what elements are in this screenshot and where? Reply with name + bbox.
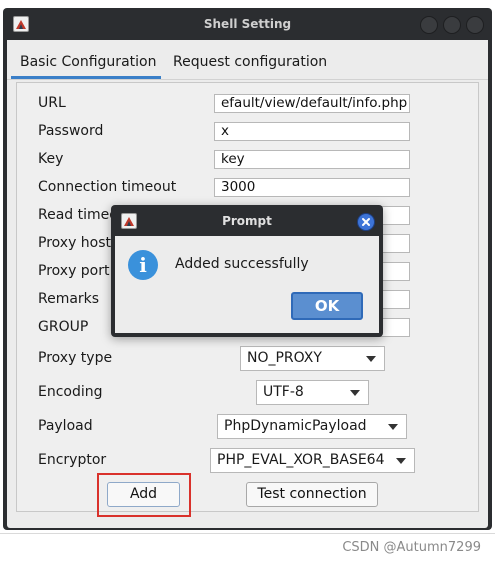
maximize-button[interactable]: [443, 16, 461, 34]
close-button[interactable]: [466, 16, 484, 34]
ok-button[interactable]: OK: [291, 292, 363, 320]
encoding-label: Encoding: [38, 384, 103, 400]
dialog-titlebar[interactable]: Prompt: [111, 205, 383, 236]
connection-timeout-field[interactable]: 3000: [214, 178, 410, 197]
key-field[interactable]: key: [214, 150, 410, 169]
active-tab-indicator: [11, 76, 161, 79]
connection-timeout-label: Connection timeout: [38, 179, 177, 195]
chevron-down-icon: [388, 424, 398, 430]
chevron-down-icon: [350, 390, 360, 396]
payload-label: Payload: [38, 418, 93, 434]
chevron-down-icon: [366, 356, 376, 362]
payload-value: PhpDynamicPayload: [224, 418, 367, 434]
encoding-value: UTF-8: [263, 384, 304, 400]
encryptor-select[interactable]: PHP_EVAL_XOR_BASE64: [210, 448, 415, 473]
window-title: Shell Setting: [203, 17, 292, 31]
prompt-dialog: Prompt i Added successfully OK: [111, 205, 383, 337]
tab-request-configuration[interactable]: Request configuration: [173, 54, 327, 70]
proxy-type-select[interactable]: NO_PROXY: [240, 346, 385, 371]
close-icon: [362, 218, 370, 226]
dialog-message: Added successfully: [175, 256, 309, 272]
encryptor-value: PHP_EVAL_XOR_BASE64: [217, 452, 385, 468]
window-titlebar[interactable]: Shell Setting: [3, 8, 492, 40]
remarks-label: Remarks: [38, 291, 100, 307]
minimize-button[interactable]: [420, 16, 438, 34]
read-timeout-label: Read timeo: [38, 207, 118, 223]
proxy-host-label: Proxy host: [38, 235, 112, 251]
encryptor-label: Encryptor: [38, 452, 107, 468]
key-label: Key: [38, 151, 64, 167]
tab-basic-configuration[interactable]: Basic Configuration: [20, 54, 156, 70]
chevron-down-icon: [396, 458, 406, 464]
test-connection-button[interactable]: Test connection: [246, 482, 378, 507]
password-label: Password: [38, 123, 104, 139]
info-icon: i: [128, 250, 158, 280]
payload-select[interactable]: PhpDynamicPayload: [217, 414, 407, 439]
url-label: URL: [38, 95, 66, 111]
divider: [0, 533, 495, 534]
tab-bar: Basic Configuration Request configuratio…: [7, 40, 488, 80]
watermark: CSDN @Autumn7299: [342, 540, 481, 555]
dialog-body: i Added successfully OK: [115, 236, 379, 333]
encoding-select[interactable]: UTF-8: [256, 380, 369, 405]
dialog-close-button[interactable]: [357, 213, 375, 231]
highlight-box: [97, 473, 191, 517]
url-field[interactable]: efault/view/default/info.php: [214, 94, 410, 113]
password-field[interactable]: x: [214, 122, 410, 141]
proxy-port-label: Proxy port: [38, 263, 110, 279]
proxy-type-value: NO_PROXY: [247, 350, 322, 366]
group-label: GROUP: [38, 319, 89, 335]
dialog-title: Prompt: [222, 214, 272, 228]
proxy-type-label: Proxy type: [38, 350, 113, 366]
